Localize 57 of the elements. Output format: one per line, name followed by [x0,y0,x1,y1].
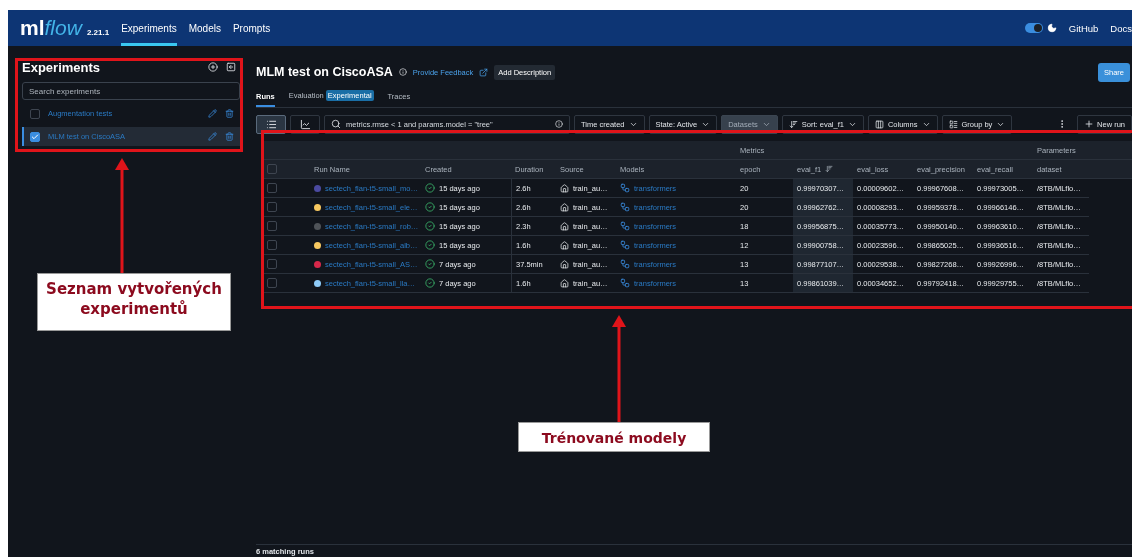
success-icon [425,202,435,212]
success-icon [425,183,435,193]
moon-icon [1046,23,1057,33]
source-icon [560,202,569,212]
sort-icon [788,119,798,129]
model-icon [620,278,630,288]
collapse-icon[interactable] [226,62,236,72]
delete-icon[interactable] [225,109,234,118]
checkbox[interactable] [267,278,277,288]
add-icon[interactable] [208,62,218,72]
success-icon [425,278,435,288]
view-toggle[interactable] [290,114,320,134]
checkbox[interactable] [30,108,40,119]
nav-link[interactable]: Experiments [121,10,177,46]
model-icon [620,183,630,193]
source-icon [560,278,569,288]
nav-link[interactable]: Prompts [232,10,271,46]
info-icon [555,120,563,128]
sidebar-title: Experiments [22,59,102,75]
list-icon [265,118,277,130]
logo: mlflow 2.21.1 [20,16,110,40]
source-icon [560,240,569,250]
page-title: MLM test on CiscoASA [256,65,393,79]
info-icon [398,68,407,76]
chart-icon [299,118,311,130]
checkbox[interactable] [267,259,277,269]
checkbox[interactable] [267,164,277,174]
search-field[interactable]: Search experiments [22,82,240,100]
success-icon [425,259,435,269]
search-icon [331,119,341,129]
annotation-label: Seznam vytvořených experimentů [37,273,231,331]
columns-icon [874,119,884,129]
source-icon [560,183,569,193]
external-link-icon [479,67,489,77]
source-icon [560,259,569,269]
checkbox[interactable] [30,131,40,142]
source-icon [560,221,569,231]
model-icon [620,202,630,212]
nav-link[interactable]: Models [188,10,221,46]
nav-link[interactable]: Docs [1110,22,1132,34]
theme-toggle[interactable] [1024,23,1043,33]
checkbox[interactable] [267,240,277,250]
model-icon [620,259,630,269]
checkbox[interactable] [267,202,277,212]
checkbox[interactable] [267,183,277,193]
model-icon [620,221,630,231]
edit-icon[interactable] [208,109,217,118]
plus-icon [1084,119,1095,129]
checkbox[interactable] [267,221,277,231]
success-icon [425,240,435,250]
success-icon [425,221,435,231]
delete-icon[interactable] [225,132,234,141]
nav-link[interactable]: GitHub [1068,22,1099,34]
model-icon [620,240,630,250]
group-icon [948,119,958,129]
edit-icon[interactable] [208,132,217,141]
annotation-label: Trénované modely [518,422,710,452]
